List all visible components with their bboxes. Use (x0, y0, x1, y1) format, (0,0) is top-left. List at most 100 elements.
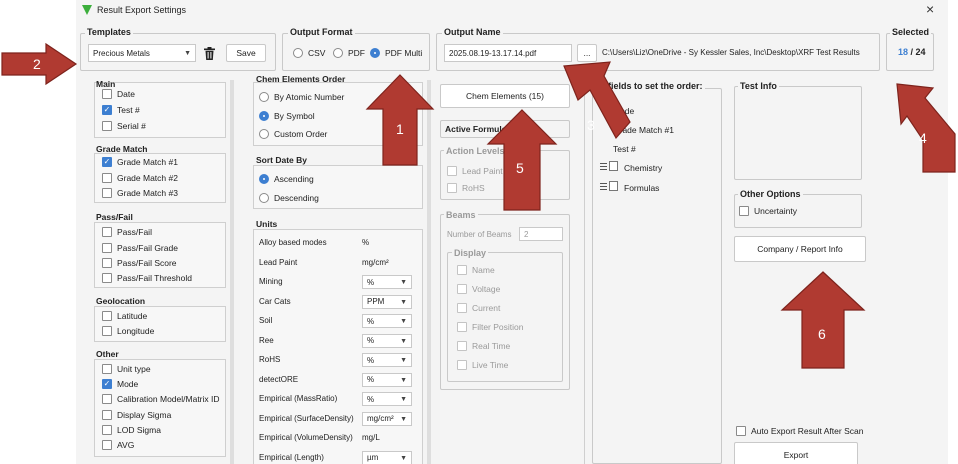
order-atomic-number-radio[interactable]: By Atomic Number (259, 92, 344, 102)
callout-arrow-6: 6 (780, 270, 866, 370)
document-stack-icon (609, 181, 618, 191)
app-logo-icon (82, 5, 92, 15)
selected-legend: Selected (890, 27, 932, 37)
checkbox-avg[interactable]: AVG (102, 440, 134, 450)
units-row-label: Empirical (VolumeDensity) (259, 433, 353, 442)
checkbox-calibration-model[interactable]: Calibration Model/Matrix ID (102, 394, 220, 404)
output-path: C:\Users\Liz\OneDrive - Sy Kessler Sales… (602, 48, 860, 57)
units-row-label: Soil (259, 316, 273, 325)
output-format-legend: Output Format (288, 27, 355, 37)
checkbox-mode[interactable]: ✓ Mode (102, 379, 138, 389)
callout-arrow-3: 3 (556, 60, 632, 140)
selected-count: 18 / 24 (898, 47, 926, 57)
checkbox-beam-name[interactable]: Name (457, 265, 495, 275)
chevron-down-icon: ▼ (400, 357, 407, 364)
checkbox-pass-fail-score[interactable]: Pass/Fail Score (102, 258, 177, 268)
drag-handle-icon[interactable] (600, 163, 607, 170)
order-custom-radio[interactable]: Custom Order (259, 129, 327, 139)
order-fields-group (592, 88, 722, 464)
checkbox-latitude[interactable]: Latitude (102, 311, 147, 321)
chevron-down-icon: ▼ (400, 415, 407, 423)
display-legend: Display (452, 248, 489, 258)
units-row-value: PPM (367, 297, 385, 306)
units-row-select[interactable]: % ▼ (362, 275, 412, 289)
sort-descending-radio[interactable]: Descending (259, 193, 319, 203)
units-row-select[interactable]: PPM ▼ (362, 294, 412, 309)
format-csv-radio[interactable]: CSV (293, 48, 325, 58)
units-row-value: µm (367, 453, 379, 462)
number-of-beams-input[interactable]: 2 (519, 227, 563, 241)
checkbox-serial-number[interactable]: Serial # (102, 121, 146, 131)
checkbox-beam-voltage[interactable]: Voltage (457, 284, 500, 294)
callout-label-6: 6 (818, 326, 826, 342)
units-row-select[interactable]: µm ▼ (362, 450, 412, 464)
units-row-value: % (362, 238, 370, 247)
order-symbol-radio[interactable]: By Symbol (259, 111, 315, 121)
checkbox-grade-match-2[interactable]: Grade Match #2 (102, 173, 178, 183)
checkbox-rohs[interactable]: RoHS (447, 183, 485, 193)
checkbox-pass-fail-grade[interactable]: Pass/Fail Grade (102, 243, 178, 253)
units-row-select[interactable]: % ▼ (362, 314, 412, 328)
units-row-label: Empirical (SurfaceDensity) (259, 413, 354, 423)
units-row-label: RoHS (259, 355, 281, 364)
order-field-chemistry[interactable]: Chemistry (624, 163, 662, 173)
checkbox-real-time[interactable]: Real Time (457, 341, 510, 351)
selected-count-value: 18 (898, 47, 909, 57)
checkbox-grade-match-3[interactable]: Grade Match #3 (102, 188, 178, 198)
templates-select[interactable]: Precious Metals ▼ (88, 44, 196, 62)
order-field-test-number[interactable]: Test # (613, 144, 636, 154)
checkbox-pass-fail[interactable]: Pass/Fail (102, 227, 152, 237)
units-row-select[interactable]: mg/cm² ▼ (362, 411, 412, 426)
units-row-label: Ree (259, 335, 274, 345)
checkbox-unit-type[interactable]: Unit type (102, 364, 151, 374)
callout-arrow-1: 1 (365, 73, 435, 167)
document-stack-icon (609, 161, 618, 171)
checkbox-filter-position[interactable]: Filter Position (457, 322, 524, 332)
checkbox-grade-match-1[interactable]: ✓ Grade Match #1 (102, 157, 178, 167)
output-filename-input[interactable]: 2025.08.19-13.17.14.pdf (444, 44, 572, 62)
checkbox-beam-current[interactable]: Current (457, 303, 500, 313)
units-row-select[interactable]: % ▼ (362, 333, 412, 348)
left-scrollbar[interactable] (230, 80, 234, 464)
templates-select-value: Precious Metals (93, 48, 150, 58)
checkbox-longitude[interactable]: Longitude (102, 326, 154, 336)
checkbox-lod-sigma[interactable]: LOD Sigma (102, 425, 161, 435)
drag-handle-icon[interactable] (600, 183, 607, 190)
checkbox-uncertainty[interactable]: Uncertainty (739, 206, 797, 216)
main-title: Main (96, 79, 116, 89)
callout-label-4: 4 (919, 130, 927, 146)
save-template-button[interactable]: Save (226, 44, 266, 62)
checkbox-display-sigma[interactable]: Display Sigma (102, 410, 171, 420)
callout-arrow-5: 5 (486, 108, 558, 212)
chevron-down-icon: ▼ (400, 279, 407, 286)
units-row-select[interactable]: % ▼ (362, 372, 412, 387)
export-button[interactable]: Export (734, 442, 858, 464)
selected-total-value: 24 (915, 47, 926, 57)
format-pdf-multi-radio[interactable]: PDF Multi (370, 48, 422, 58)
chevron-down-icon: ▼ (400, 396, 407, 403)
templates-legend: Templates (85, 27, 133, 37)
checkbox-test-number[interactable]: ✓ Test # (102, 105, 140, 115)
checkbox-live-time[interactable]: Live Time (457, 360, 508, 370)
sort-ascending-radio[interactable]: Ascending (259, 174, 314, 184)
order-field-formulas[interactable]: Formulas (624, 183, 659, 193)
format-pdf-radio[interactable]: PDF (333, 48, 365, 58)
chem-elements-tab[interactable]: Chem Elements (15) (440, 84, 570, 108)
units-row-select[interactable]: % ▼ (362, 353, 412, 367)
test-info-group (734, 86, 862, 180)
trash-icon[interactable] (200, 44, 218, 62)
other-title: Other (96, 349, 119, 359)
units-row-label: detectORE (259, 374, 299, 384)
checkbox-auto-export[interactable]: Auto Export Result After Scan (736, 426, 863, 436)
export-settings-window: Result Export Settings × Templates Preci… (76, 0, 948, 464)
checkbox-pass-fail-threshold[interactable]: Pass/Fail Threshold (102, 273, 192, 283)
close-icon[interactable]: × (926, 1, 934, 17)
units-row-select[interactable]: % ▼ (362, 392, 412, 406)
checkbox-date[interactable]: Date (102, 89, 135, 99)
company-report-info-button[interactable]: Company / Report Info (734, 236, 866, 262)
sort-date-title: Sort Date By (256, 155, 308, 165)
other-options-legend: Other Options (738, 189, 803, 199)
chevron-down-icon: ▼ (184, 50, 191, 57)
units-row-value: % (367, 375, 375, 384)
units-row-label: Mining (259, 277, 283, 286)
